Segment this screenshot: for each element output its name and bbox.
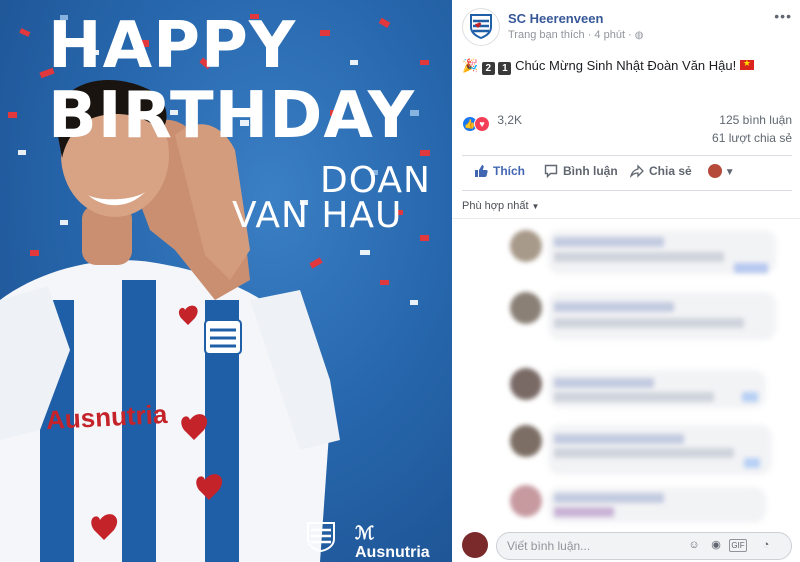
vietnam-flag-icon [739, 58, 754, 70]
comment-bubble [548, 292, 776, 340]
comment-button[interactable]: Bình luận [544, 164, 618, 178]
post-panel: SC Heerenveen Trang bạn thích · 4 phút ·… [452, 0, 800, 562]
birthday-text: BIRTHDAY [48, 79, 416, 153]
comment-avatar[interactable] [510, 230, 542, 262]
heerenveen-logo-icon [470, 14, 492, 40]
post-photo[interactable]: HAPPY BIRTHDAY DOAN VAN HAU Ausnutria ℳ … [0, 0, 452, 562]
comment-reaction-badge [744, 458, 760, 468]
screen: HAPPY BIRTHDAY DOAN VAN HAU Ausnutria ℳ … [0, 0, 800, 562]
emoji-icon[interactable]: ☺ [687, 538, 701, 552]
page-name-link[interactable]: SC Heerenveen [508, 11, 603, 26]
action-bar: Thích Bình luận Chia sẻ ▼ [462, 155, 792, 191]
comment-line [554, 237, 664, 247]
comment-composer: Viết bình luận... ☺ ◉ GIF ◔ [462, 530, 792, 560]
camera-icon[interactable]: ◉ [709, 538, 723, 552]
comment-avatar[interactable] [510, 425, 542, 457]
player-last-name: VAN HAU [232, 195, 403, 236]
comment-line [554, 302, 674, 312]
like-button[interactable]: Thích [474, 164, 525, 178]
sticker-icon[interactable]: ◔ [759, 538, 773, 552]
love-reaction-icon: ♥ [474, 116, 490, 132]
comment-count-link[interactable]: 125 bình luận [719, 113, 792, 127]
post-meta: Trang bạn thích · 4 phút · ◍ [508, 29, 644, 41]
post-message: 🎉 2 1 Chúc Mừng Sinh Nhật Đoàn Văn Hậu! [462, 58, 754, 75]
post-as-selector[interactable]: ▼ [708, 164, 735, 178]
thumbs-up-icon [475, 165, 488, 177]
more-options-icon[interactable]: ••• [774, 8, 792, 24]
keycap-digit-1: 1 [498, 62, 512, 75]
sponsor-logo-text: ℳ Ausnutria [355, 523, 430, 561]
comment-line [554, 378, 654, 388]
comment-avatar[interactable] [510, 292, 542, 324]
party-popper-icon: 🎉 [462, 58, 479, 73]
share-count-link[interactable]: 61 lượt chia sẻ [712, 131, 792, 145]
comment-avatar[interactable] [510, 485, 542, 517]
comment-line [554, 392, 714, 402]
post-message-text: Chúc Mừng Sinh Nhật Đoàn Văn Hậu! [515, 58, 737, 73]
comment-input[interactable]: Viết bình luận... ☺ ◉ GIF ◔ [496, 532, 792, 560]
comment-reaction-badge [734, 263, 768, 273]
keycap-digit-2: 2 [481, 62, 495, 75]
globe-icon: ◍ [634, 30, 644, 41]
comment-line [554, 448, 734, 458]
post-header: SC Heerenveen Trang bạn thích · 4 phút ·… [462, 8, 792, 46]
comment-line [554, 252, 724, 262]
share-arrow-icon [630, 164, 644, 178]
comment-line [554, 507, 614, 517]
comment-line [554, 493, 664, 503]
heerenveen-crest-icon [307, 522, 335, 552]
chevron-down-icon: ▼ [724, 167, 735, 178]
happy-text: HAPPY [48, 9, 297, 83]
comment-line [554, 434, 684, 444]
page-avatar[interactable] [462, 8, 500, 46]
caret-down-icon: ▼ [531, 202, 540, 211]
comment-avatar[interactable] [510, 368, 542, 400]
comment-reaction-badge [742, 392, 758, 402]
post-stats: 👍 ♥ 3,2K 125 bình luận 61 lượt chia sẻ [462, 113, 792, 153]
comment-line [554, 318, 744, 328]
share-button[interactable]: Chia sẻ [630, 164, 692, 178]
speech-bubble-icon [544, 164, 558, 178]
current-user-avatar [462, 532, 488, 558]
gif-icon[interactable]: GIF [729, 539, 747, 552]
shirt-sponsor-text: Ausnutria [45, 398, 169, 436]
comment-bubble [548, 370, 766, 408]
reactions-summary[interactable]: 👍 ♥ 3,2K [462, 113, 522, 132]
divider [452, 218, 800, 219]
user-avatar-icon [708, 164, 722, 178]
comment-sort-dropdown[interactable]: Phù hợp nhất ▼ [462, 200, 539, 212]
reaction-count: 3,2K [497, 113, 523, 127]
